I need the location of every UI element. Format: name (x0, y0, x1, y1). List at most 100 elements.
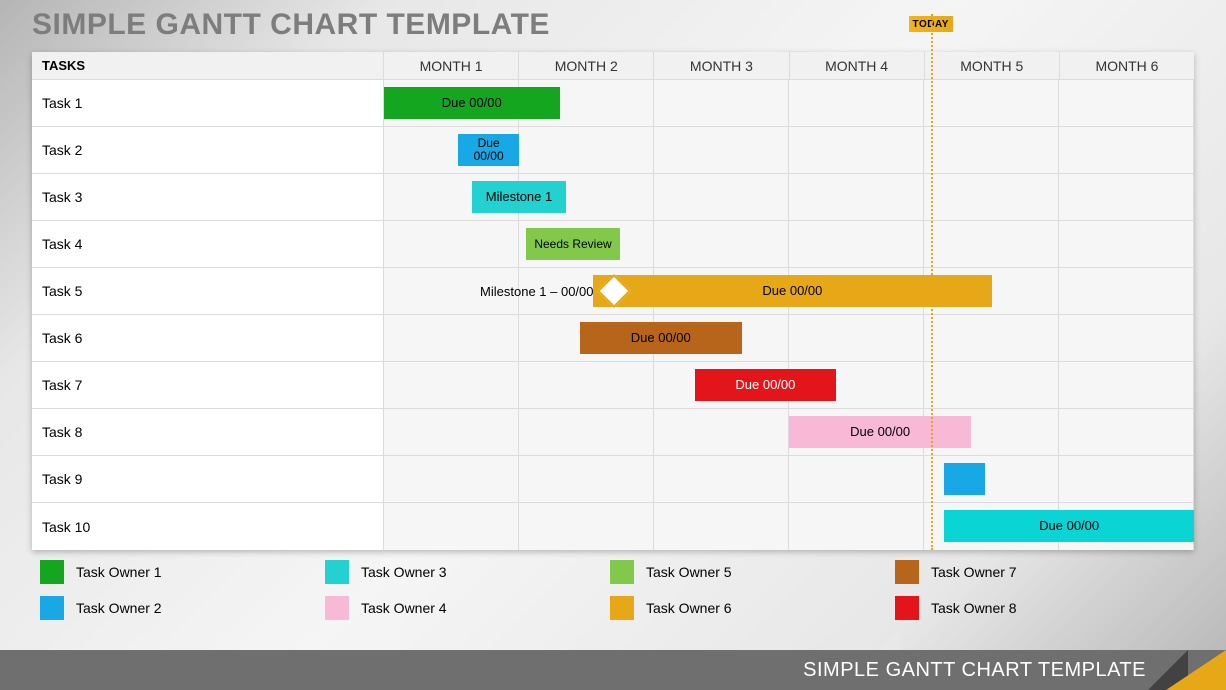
gantt-bar[interactable]: Due 00/00 (593, 275, 991, 307)
month-cell (789, 456, 924, 502)
gantt-bar[interactable]: Due 00/00 (695, 369, 837, 401)
gantt-row: Task 9 (32, 456, 1194, 503)
gantt-row-timeline: Due 00/00 (384, 315, 1194, 361)
legend-item: Task Owner 5 (610, 560, 895, 584)
gantt-bar-label: Due 00/00 (464, 137, 513, 162)
legend-label: Task Owner 7 (931, 564, 1017, 580)
gantt-row: Task 5Due 00/00Milestone 1 – 00/00 (32, 268, 1194, 315)
gantt-bar[interactable]: Due 00/00 (944, 510, 1194, 542)
gantt-timeline-header: MONTH 1MONTH 2MONTH 3MONTH 4MONTH 5MONTH… (384, 52, 1194, 79)
gantt-bar-label: Due 00/00 (631, 331, 691, 345)
month-cell (1059, 174, 1194, 220)
task-name-cell: Task 5 (32, 268, 384, 314)
gantt-bar-label: Due 00/00 (850, 425, 910, 439)
gantt-row-timeline: Needs Review (384, 221, 1194, 267)
month-cell (384, 456, 519, 502)
gantt-row-timeline: Due 00/00Milestone 1 – 00/00 (384, 268, 1194, 314)
legend-item: Task Owner 7 (895, 560, 1180, 584)
month-cell (924, 315, 1059, 361)
today-label: TODAY (913, 19, 949, 30)
task-name-cell: Task 3 (32, 174, 384, 220)
task-name-cell: Task 10 (32, 503, 384, 550)
legend-label: Task Owner 6 (646, 600, 732, 616)
month-cell (789, 127, 924, 173)
month-cell (384, 268, 519, 314)
gantt-row: Task 3 Milestone 1 (32, 174, 1194, 221)
slide: SIMPLE GANTT CHART TEMPLATE TODAY TASKS … (0, 0, 1226, 690)
month-cell (1059, 456, 1194, 502)
legend-item: Task Owner 3 (325, 560, 610, 584)
gantt-row-timeline: Due 00/00 (384, 409, 1194, 455)
month-cell (924, 362, 1059, 408)
task-name-cell: Task 8 (32, 409, 384, 455)
month-cell (519, 127, 654, 173)
month-cell (1059, 362, 1194, 408)
month-cell (519, 409, 654, 455)
month-cell (384, 315, 519, 361)
month-cell (924, 174, 1059, 220)
gantt-row-timeline: Milestone 1 (384, 174, 1194, 220)
legend-label: Task Owner 1 (76, 564, 162, 580)
gantt-bar[interactable]: Due 00/00 (458, 134, 519, 166)
gantt-bar[interactable]: Needs Review (526, 228, 621, 260)
legend-label: Task Owner 3 (361, 564, 447, 580)
legend-swatch (895, 596, 919, 620)
task-name-cell: Task 2 (32, 127, 384, 173)
gantt-bar[interactable] (944, 463, 985, 495)
month-cell (654, 503, 789, 550)
gantt-bar-label: Due 00/00 (762, 284, 822, 298)
month-cell (1059, 80, 1194, 126)
month-cell (789, 503, 924, 550)
month-cell (1059, 315, 1194, 361)
gantt-header-row: TASKS MONTH 1MONTH 2MONTH 3MONTH 4MONTH … (32, 52, 1194, 80)
task-name-cell: Task 7 (32, 362, 384, 408)
legend-label: Task Owner 5 (646, 564, 732, 580)
month-cell (654, 456, 789, 502)
month-cell (924, 127, 1059, 173)
month-header: MONTH 6 (1060, 52, 1194, 79)
gantt-bar[interactable]: Milestone 1 (472, 181, 567, 213)
footer-bar: SIMPLE GANTT CHART TEMPLATE (0, 650, 1226, 690)
month-header: MONTH 3 (654, 52, 789, 79)
month-cell (789, 174, 924, 220)
month-cell (924, 221, 1059, 267)
month-cell (519, 362, 654, 408)
gantt-bar[interactable]: Due 00/00 (580, 322, 742, 354)
gantt-row: Task 8 Due 00/00 (32, 409, 1194, 456)
gantt-chart: TASKS MONTH 1MONTH 2MONTH 3MONTH 4MONTH … (32, 52, 1194, 550)
gantt-bar[interactable]: Due 00/00 (384, 87, 560, 119)
month-cell (1059, 221, 1194, 267)
footer-accent-orange (1166, 650, 1226, 690)
gantt-body: Task 1 Due 00/00 Task 2 Due 00/00 Task 3 Mile… (32, 80, 1194, 550)
today-tag: TODAY (909, 16, 953, 32)
gantt-row: Task 1 Due 00/00 (32, 80, 1194, 127)
legend-swatch (40, 596, 64, 620)
month-header: MONTH 2 (519, 52, 654, 79)
gantt-row-timeline: Due 00/00 (384, 362, 1194, 408)
month-cell (384, 503, 519, 550)
task-name-cell: Task 1 (32, 80, 384, 126)
task-name-cell: Task 4 (32, 221, 384, 267)
gantt-row: Task 7 Due 00/00 (32, 362, 1194, 409)
gantt-row-timeline: Due 00/00 (384, 80, 1194, 126)
month-cell (1059, 409, 1194, 455)
gantt-bar-label: Due 00/00 (442, 96, 502, 110)
page-title: SIMPLE GANTT CHART TEMPLATE (32, 8, 550, 42)
month-cell (654, 409, 789, 455)
month-header: MONTH 4 (790, 52, 925, 79)
gantt-bar-label: Milestone 1 (486, 190, 552, 204)
gantt-bar-label: Due 00/00 (1039, 519, 1099, 533)
gantt-row-timeline: Due 00/00 (384, 503, 1194, 550)
month-cell (519, 456, 654, 502)
month-cell (654, 80, 789, 126)
gantt-bar[interactable]: Due 00/00 (789, 416, 971, 448)
month-cell (1059, 268, 1194, 314)
legend-swatch (895, 560, 919, 584)
month-cell (519, 503, 654, 550)
month-cell (924, 80, 1059, 126)
footer-title: SIMPLE GANTT CHART TEMPLATE (803, 659, 1146, 682)
legend-item: Task Owner 1 (40, 560, 325, 584)
gantt-row-timeline: Due 00/00 (384, 127, 1194, 173)
month-cell (384, 362, 519, 408)
legend-item: Task Owner 4 (325, 596, 610, 620)
